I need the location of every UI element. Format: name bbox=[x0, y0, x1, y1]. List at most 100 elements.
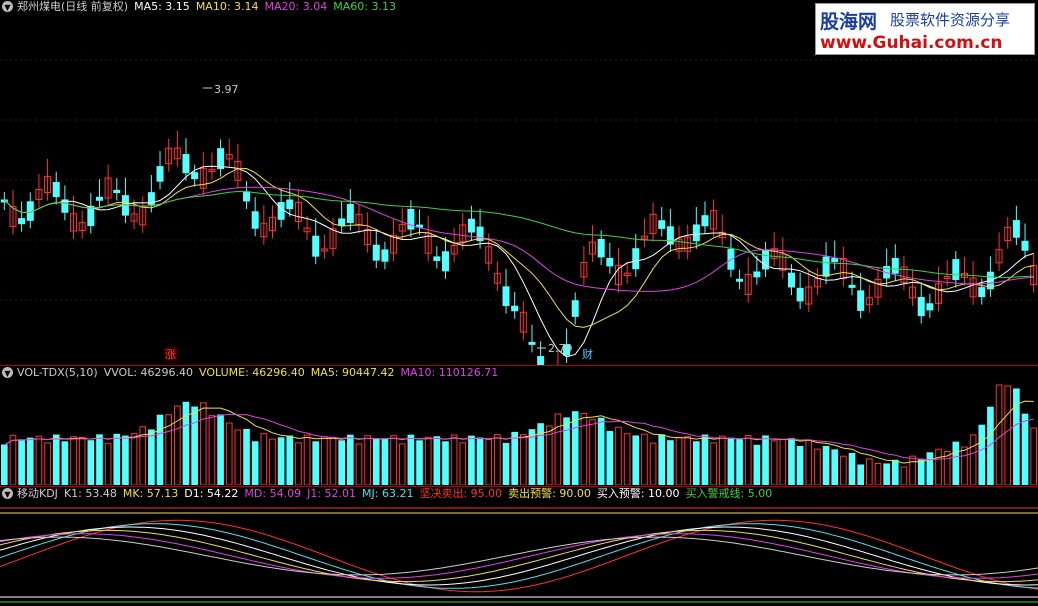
candle-body bbox=[701, 215, 709, 227]
volume-bar bbox=[295, 442, 302, 485]
kdj-sell-warn: 卖出预警: 90.00 bbox=[508, 487, 591, 500]
volume-bar bbox=[113, 433, 121, 485]
badge-zhang: 涨 bbox=[165, 348, 176, 361]
volume-bar bbox=[615, 426, 622, 485]
candle-body bbox=[926, 303, 934, 311]
volume-bar bbox=[701, 434, 709, 485]
candle-body bbox=[848, 284, 856, 288]
volume-bar bbox=[459, 442, 467, 485]
candle-body bbox=[433, 256, 441, 261]
volume-bar bbox=[312, 441, 320, 485]
candle-body bbox=[753, 271, 761, 278]
volume-bar bbox=[450, 434, 458, 485]
candle-body bbox=[312, 235, 320, 257]
volume-bar bbox=[891, 459, 899, 485]
candle-body bbox=[372, 244, 380, 261]
volume-bar bbox=[571, 411, 579, 485]
volume-bar bbox=[199, 402, 207, 485]
volume-bar bbox=[563, 417, 570, 485]
volume-chart[interactable] bbox=[0, 380, 1038, 485]
volume-bar bbox=[874, 462, 882, 485]
candle-body bbox=[857, 290, 865, 311]
kdj-line bbox=[0, 529, 1038, 583]
candle-body bbox=[277, 202, 285, 220]
candle-body bbox=[381, 249, 389, 262]
volume-bar bbox=[952, 441, 960, 485]
volume-bar bbox=[909, 455, 916, 485]
kdj-chart[interactable] bbox=[0, 501, 1038, 606]
price-chart[interactable]: 3.97 2.79 涨 财 bbox=[0, 0, 1038, 365]
volume-bar bbox=[355, 443, 363, 485]
volume-bar bbox=[1030, 427, 1037, 485]
volume-bar bbox=[935, 448, 942, 485]
candle-body bbox=[606, 257, 614, 267]
candle-body bbox=[597, 238, 605, 258]
volume-bar bbox=[18, 439, 25, 485]
volume-bar bbox=[995, 384, 1003, 485]
volume-bar bbox=[381, 438, 389, 485]
volume-bar bbox=[52, 434, 60, 485]
candle-body bbox=[831, 257, 839, 263]
volume-bar bbox=[684, 436, 691, 485]
candle-body bbox=[251, 211, 259, 229]
kdj-k1: K1: 53.48 bbox=[63, 487, 117, 500]
volume-bar bbox=[217, 414, 224, 485]
volume-bar bbox=[398, 443, 406, 485]
volume-bar bbox=[727, 437, 735, 485]
volume-bar bbox=[822, 445, 830, 485]
volume-bar bbox=[35, 435, 43, 485]
candle-body bbox=[632, 248, 640, 270]
candle-body bbox=[286, 199, 294, 210]
volume-label: VOLUME: 46296.40 bbox=[199, 366, 305, 379]
volume-bar bbox=[606, 430, 614, 485]
candle-body bbox=[528, 341, 536, 345]
candle-body bbox=[658, 220, 666, 229]
candle-body bbox=[952, 259, 960, 281]
volume-bar bbox=[805, 439, 813, 485]
volume-bar bbox=[347, 434, 354, 485]
low-price-label: 2.79 bbox=[548, 342, 573, 355]
candle-body bbox=[156, 166, 164, 182]
volume-bar bbox=[883, 463, 890, 485]
candle-body bbox=[822, 256, 830, 277]
volume-bar bbox=[641, 433, 648, 485]
candle-body bbox=[467, 218, 475, 233]
volume-bar bbox=[122, 435, 129, 485]
volume-bar bbox=[156, 414, 164, 485]
volume-bar bbox=[770, 440, 778, 485]
volume-bar bbox=[961, 446, 968, 485]
volume-bar bbox=[286, 435, 294, 485]
candle-body bbox=[87, 205, 95, 227]
candle-body bbox=[1021, 240, 1029, 251]
ma-line bbox=[3, 190, 1034, 278]
ma-line bbox=[3, 186, 1034, 292]
volume-bar bbox=[1004, 385, 1012, 485]
volume-bar bbox=[9, 434, 17, 485]
volume-bar bbox=[736, 439, 743, 485]
volume-bar bbox=[814, 448, 821, 485]
vvol-label: VVOL: 46296.40 bbox=[103, 366, 194, 379]
volume-bar bbox=[917, 458, 925, 485]
volume-bar bbox=[26, 437, 34, 485]
volume-bar bbox=[900, 466, 908, 485]
kdj-md: MD: 54.09 bbox=[244, 487, 302, 500]
volume-bar bbox=[520, 434, 527, 485]
volume-bar bbox=[866, 458, 873, 485]
volume-bar bbox=[225, 422, 233, 485]
volume-bar bbox=[87, 440, 95, 485]
volume-bar bbox=[234, 429, 242, 485]
candle-body bbox=[243, 191, 251, 202]
candle-body bbox=[537, 356, 545, 365]
dropdown-icon[interactable]: ▼ bbox=[2, 488, 13, 499]
volume-bar bbox=[191, 406, 198, 485]
volume-panel-header: ▼ VOL-TDX(5,10) VVOL: 46296.40 VOLUME: 4629… bbox=[0, 366, 1038, 380]
volume-bar bbox=[658, 434, 666, 485]
dropdown-icon[interactable]: ▼ bbox=[2, 367, 13, 378]
vol-ma10-label: MA10: 110126.71 bbox=[400, 366, 499, 379]
high-price-label: 3.97 bbox=[214, 83, 239, 96]
volume-bar bbox=[926, 452, 934, 485]
volume-bar bbox=[779, 439, 787, 485]
volume-bar bbox=[1021, 413, 1029, 485]
volume-bar bbox=[693, 441, 700, 485]
volume-bar bbox=[44, 442, 51, 485]
